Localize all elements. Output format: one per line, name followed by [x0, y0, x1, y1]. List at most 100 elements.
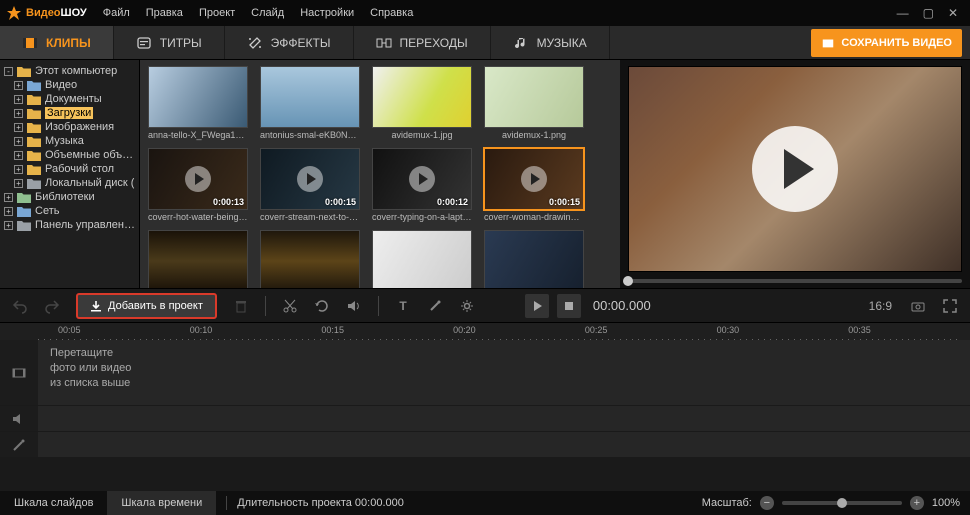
mode-tabs: КЛИПЫ ТИТРЫ ЭФФЕКТЫ ПЕРЕХОДЫ МУЗЫКА СОХР…	[0, 26, 970, 60]
expand-icon[interactable]: +	[4, 207, 13, 216]
undo-button[interactable]	[8, 294, 32, 318]
tree-item[interactable]: + Документы	[0, 92, 139, 106]
media-thumbnail[interactable]	[484, 230, 584, 288]
menu-help[interactable]: Справка	[362, 7, 421, 19]
tree-item-label: Изображения	[45, 121, 114, 133]
folder-icon	[27, 150, 41, 161]
fullscreen-button[interactable]	[938, 294, 962, 318]
save-video-button[interactable]: СОХРАНИТЬ ВИДЕО	[811, 29, 962, 57]
snapshot-button[interactable]	[906, 294, 930, 318]
tree-item[interactable]: + Видео	[0, 78, 139, 92]
redo-button[interactable]	[40, 294, 64, 318]
thumbnail-caption: avidemux-1.png	[484, 128, 584, 146]
tree-item-label: Объемные объект	[45, 149, 135, 161]
menu-settings[interactable]: Настройки	[292, 7, 362, 19]
tab-transitions[interactable]: ПЕРЕХОДЫ	[354, 26, 491, 59]
preview-scrubber[interactable]	[628, 272, 962, 286]
tree-item[interactable]: + Сеть	[0, 204, 139, 218]
tree-item-label: Сеть	[35, 205, 59, 217]
preview-panel	[620, 60, 970, 288]
media-thumbnail[interactable]: avidemux-1.png	[484, 66, 584, 146]
volume-button[interactable]	[342, 294, 366, 318]
maximize-icon[interactable]: ▢	[923, 6, 934, 20]
minimize-icon[interactable]: —	[897, 6, 909, 20]
media-thumbnail[interactable]	[372, 230, 472, 288]
tree-item[interactable]: + Загрузки	[0, 106, 139, 120]
expand-icon[interactable]: +	[4, 193, 13, 202]
timeline-toolbar: Добавить в проект T 00:00.000 16:9	[0, 288, 970, 322]
expand-icon[interactable]: -	[4, 67, 13, 76]
media-thumbnail[interactable]: 0:00:15 coverr-stream-next-to-the…	[260, 148, 360, 228]
tree-item[interactable]: + Панель управления	[0, 218, 139, 232]
expand-icon[interactable]: +	[14, 165, 23, 174]
play-overlay-icon	[521, 166, 547, 192]
text-button[interactable]: T	[391, 294, 415, 318]
add-to-project-button[interactable]: Добавить в проект	[76, 293, 217, 319]
ruler-tick: 00:30	[717, 325, 740, 335]
tree-item[interactable]: + Объемные объект	[0, 148, 139, 162]
menu-file[interactable]: Файл	[95, 7, 138, 19]
media-thumbnail[interactable]	[148, 230, 248, 288]
media-thumbnail[interactable]: 0:00:13 coverr-hot-water-being-p…	[148, 148, 248, 228]
expand-icon[interactable]: +	[14, 81, 23, 90]
expand-icon[interactable]: +	[14, 151, 23, 160]
zoom-out-button[interactable]: −	[760, 496, 774, 510]
timeline-ruler[interactable]: 00:0500:1000:1500:2000:2500:3000:35	[0, 322, 970, 340]
tree-item[interactable]: + Изображения	[0, 120, 139, 134]
expand-icon[interactable]: +	[14, 95, 23, 104]
zoom-in-button[interactable]: +	[910, 496, 924, 510]
ruler-tick: 00:10	[190, 325, 213, 335]
folder-icon	[27, 136, 41, 147]
menu-project[interactable]: Проект	[191, 7, 243, 19]
media-browser[interactable]: anna-tello-X_FWega1EU0-… antonius-smal-e…	[140, 60, 620, 288]
folder-tree[interactable]: - Этот компьютер+ Видео+ Документы+ Загр…	[0, 60, 140, 288]
tab-music[interactable]: МУЗЫКА	[491, 26, 610, 59]
preview-play-button[interactable]	[752, 126, 838, 212]
aspect-ratio[interactable]: 16:9	[869, 299, 892, 313]
media-thumbnail[interactable]: avidemux-1.jpg	[372, 66, 472, 146]
drop-placeholder: Перетащите фото или видео из списка выше	[38, 340, 970, 397]
delete-button[interactable]	[229, 294, 253, 318]
view-slides-tab[interactable]: Шкала слайдов	[0, 491, 107, 515]
expand-icon[interactable]: +	[14, 123, 23, 132]
tree-item[interactable]: + Музыка	[0, 134, 139, 148]
cut-button[interactable]	[278, 294, 302, 318]
close-icon[interactable]: ✕	[948, 6, 958, 20]
expand-icon[interactable]: +	[14, 137, 23, 146]
thumbnail-duration: 0:00:12	[437, 197, 468, 207]
expand-icon[interactable]: +	[4, 221, 13, 230]
media-thumbnail[interactable]: 0:00:15 coverr-woman-drawing-in-…	[484, 148, 584, 228]
fx-track-icon	[0, 432, 38, 457]
media-thumbnail[interactable]: anna-tello-X_FWega1EU0-…	[148, 66, 248, 146]
thumbnail-duration: 0:00:15	[325, 197, 356, 207]
menu-edit[interactable]: Правка	[138, 7, 191, 19]
scrub-knob[interactable]	[623, 276, 633, 286]
expand-icon[interactable]: +	[14, 109, 23, 118]
play-overlay-icon	[185, 166, 211, 192]
preview-video[interactable]	[628, 66, 962, 272]
tree-item[interactable]: + Библиотеки	[0, 190, 139, 204]
play-button[interactable]	[525, 294, 549, 318]
tree-item[interactable]: - Этот компьютер	[0, 64, 139, 78]
zoom-slider[interactable]	[782, 501, 902, 505]
media-thumbnail[interactable]: 0:00:12 coverr-typing-on-a-laptop…	[372, 148, 472, 228]
tree-item[interactable]: + Локальный диск (	[0, 176, 139, 190]
tab-effects[interactable]: ЭФФЕКТЫ	[225, 26, 354, 59]
settings-button[interactable]	[455, 294, 479, 318]
tab-clips[interactable]: КЛИПЫ	[0, 26, 114, 59]
audio-track[interactable]	[0, 406, 970, 432]
timeline-tracks: Перетащите фото или видео из списка выше	[0, 340, 970, 458]
folder-icon	[27, 108, 41, 119]
view-timeline-tab[interactable]: Шкала времени	[107, 491, 216, 515]
media-thumbnail[interactable]: antonius-smal-eKB0NmlUe…	[260, 66, 360, 146]
fx-track[interactable]	[0, 432, 970, 458]
menu-slide[interactable]: Слайд	[243, 7, 292, 19]
magic-button[interactable]	[423, 294, 447, 318]
rotate-button[interactable]	[310, 294, 334, 318]
media-thumbnail[interactable]	[260, 230, 360, 288]
tree-item[interactable]: + Рабочий стол	[0, 162, 139, 176]
expand-icon[interactable]: +	[14, 179, 23, 188]
tab-titles[interactable]: ТИТРЫ	[114, 26, 225, 59]
stop-button[interactable]	[557, 294, 581, 318]
video-track[interactable]: Перетащите фото или видео из списка выше	[0, 340, 970, 406]
